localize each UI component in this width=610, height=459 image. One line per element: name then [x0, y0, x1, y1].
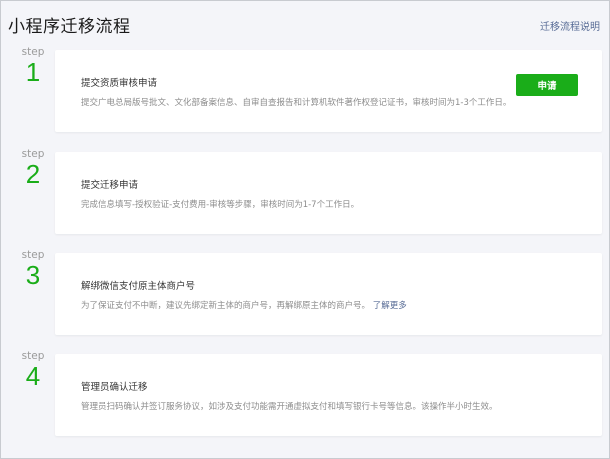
step-title: 管理员确认迁移 — [81, 382, 148, 393]
step-card: 管理员确认迁移 管理员扫码确认并签订服务协议，如涉及支付功能需开通虚拟支付和填写… — [55, 354, 602, 436]
migration-help-link[interactable]: 迁移流程说明 — [540, 18, 600, 33]
page-frame: 小程序迁移流程 迁移流程说明 step 1 提交资质审核申请 提交广电总局版号批… — [0, 0, 610, 459]
apply-button[interactable]: 申请 — [516, 74, 578, 96]
step-title: 提交迁移申请 — [81, 180, 139, 191]
step-card: 提交资质审核申请 提交广电总局版号批文、文化部备案信息、自审自查报告和计算机软件… — [55, 50, 602, 132]
step-description: 完成信息填写-授权验证-支付费用-审核等步骤，审核时间为1-7个工作日。 — [81, 200, 360, 210]
step-title: 提交资质审核申请 — [81, 78, 158, 89]
step-card: 解绑微信支付原主体商户号 为了保证支付不中断，建议先绑定新主体的商户号，再解绑原… — [55, 253, 602, 335]
learn-more-link[interactable]: 了解更多 — [373, 301, 407, 311]
step-card: 提交迁移申请 完成信息填写-授权验证-支付费用-审核等步骤，审核时间为1-7个工… — [55, 152, 602, 234]
step-description: 提交广电总局版号批文、文化部备案信息、自审自查报告和计算机软件著作权登记证书，审… — [81, 98, 512, 108]
step-description: 为了保证支付不中断，建议先绑定新主体的商户号，再解绑原主体的商户号。 — [81, 301, 371, 311]
step-title: 解绑微信支付原主体商户号 — [81, 281, 196, 292]
step-number: 1 — [25, 57, 41, 87]
page-title: 小程序迁移流程 — [8, 17, 131, 37]
step-number: 2 — [25, 159, 41, 189]
step-description: 管理员扫码确认并签订服务协议，如涉及支付功能需开通虚拟支付和填写银行卡号等信息。… — [81, 402, 498, 412]
step-number: 3 — [25, 260, 41, 290]
step-number: 4 — [25, 361, 41, 391]
step-description-container: 为了保证支付不中断，建议先绑定新主体的商户号，再解绑原主体的商户号。 了解更多 — [81, 299, 407, 311]
